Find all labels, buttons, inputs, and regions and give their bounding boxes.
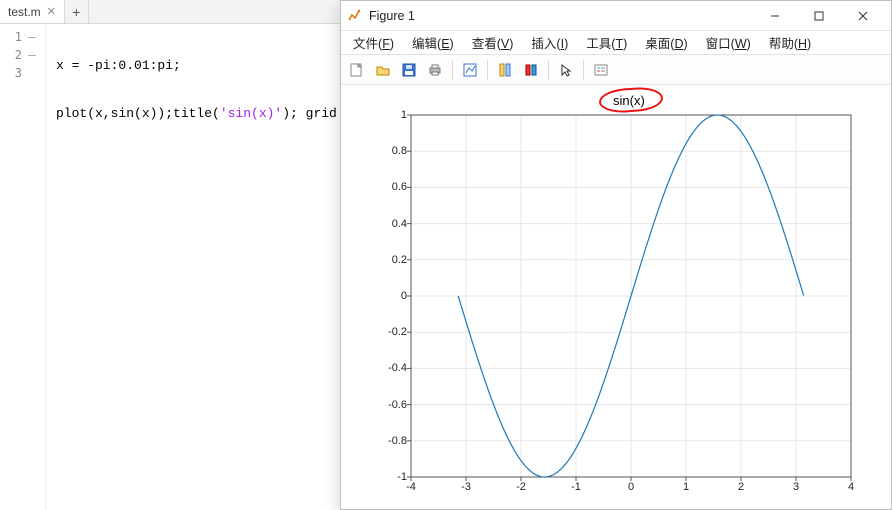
figure-titlebar[interactable]: Figure 1	[341, 1, 891, 31]
x-tick-label: 1	[674, 481, 698, 493]
figure-toolbar	[341, 55, 891, 85]
pointer-tool-button[interactable]	[554, 58, 578, 82]
gutter-line: 1 —	[0, 28, 45, 46]
menu-insert[interactable]: 插入(I)	[523, 31, 576, 54]
link-plot-button[interactable]	[493, 58, 517, 82]
new-figure-button[interactable]	[345, 58, 369, 82]
y-tick-label: 0	[371, 290, 407, 302]
print-button[interactable]	[423, 58, 447, 82]
y-tick-label: 0.4	[371, 218, 407, 230]
insert-colorbar-button[interactable]	[519, 58, 543, 82]
figure-title: Figure 1	[369, 9, 753, 23]
y-tick-label: -0.6	[371, 399, 407, 411]
x-tick-label: 0	[619, 481, 643, 493]
insert-legend-button[interactable]	[589, 58, 613, 82]
menu-file[interactable]: 文件(F)	[345, 31, 402, 54]
menu-tools[interactable]: 工具(T)	[578, 31, 635, 54]
save-button[interactable]	[397, 58, 421, 82]
toolbar-separator	[487, 60, 488, 80]
y-tick-label: -0.4	[371, 362, 407, 374]
toolbar-separator	[548, 60, 549, 80]
figure-window: Figure 1 文件(F) 编辑(E) 查看(V) 插入(I) 工具(T) 桌…	[340, 0, 892, 510]
menu-desktop[interactable]: 桌面(D)	[637, 31, 695, 54]
y-tick-label: -0.2	[371, 326, 407, 338]
maximize-button[interactable]	[797, 1, 841, 31]
x-tick-label: -2	[509, 481, 533, 493]
close-tab-icon[interactable]: ✕	[47, 5, 56, 18]
y-tick-label: 1	[371, 109, 407, 121]
x-tick-label: 3	[784, 481, 808, 493]
x-tick-label: -1	[564, 481, 588, 493]
x-tick-label: -3	[454, 481, 478, 493]
editor-code[interactable]: x = -pi:0.01:pi; plot(x,sin(x));title('s…	[56, 28, 360, 202]
gutter-line: 3	[0, 64, 45, 82]
matlab-figure-icon	[347, 8, 363, 24]
edit-plot-button[interactable]	[458, 58, 482, 82]
minimize-button[interactable]	[753, 1, 797, 31]
menu-window[interactable]: 窗口(W)	[698, 31, 759, 54]
toolbar-separator	[583, 60, 584, 80]
editor-tab-testm[interactable]: test.m ✕	[0, 0, 65, 23]
y-tick-label: 0.8	[371, 145, 407, 157]
y-tick-label: -1	[371, 471, 407, 483]
y-tick-label: 0.6	[371, 181, 407, 193]
y-tick-label: 0.2	[371, 254, 407, 266]
chart-canvas	[341, 85, 891, 509]
plus-icon: +	[72, 4, 80, 20]
toolbar-separator	[452, 60, 453, 80]
x-tick-label: 2	[729, 481, 753, 493]
plot-area[interactable]: -4-3-2-101234-1-0.8-0.6-0.4-0.200.20.40.…	[341, 85, 891, 509]
figure-menubar: 文件(F) 编辑(E) 查看(V) 插入(I) 工具(T) 桌面(D) 窗口(W…	[341, 31, 891, 55]
menu-edit[interactable]: 编辑(E)	[404, 31, 462, 54]
y-tick-label: -0.8	[371, 435, 407, 447]
open-button[interactable]	[371, 58, 395, 82]
x-tick-label: 4	[839, 481, 863, 493]
menu-help[interactable]: 帮助(H)	[761, 31, 819, 54]
new-tab-button[interactable]: +	[65, 0, 89, 23]
menu-view[interactable]: 查看(V)	[464, 31, 522, 54]
close-button[interactable]	[841, 1, 885, 31]
editor-tab-label: test.m	[8, 5, 41, 19]
gutter-line: 2 —	[0, 46, 45, 64]
editor-gutter: 1 — 2 — 3	[0, 24, 46, 510]
